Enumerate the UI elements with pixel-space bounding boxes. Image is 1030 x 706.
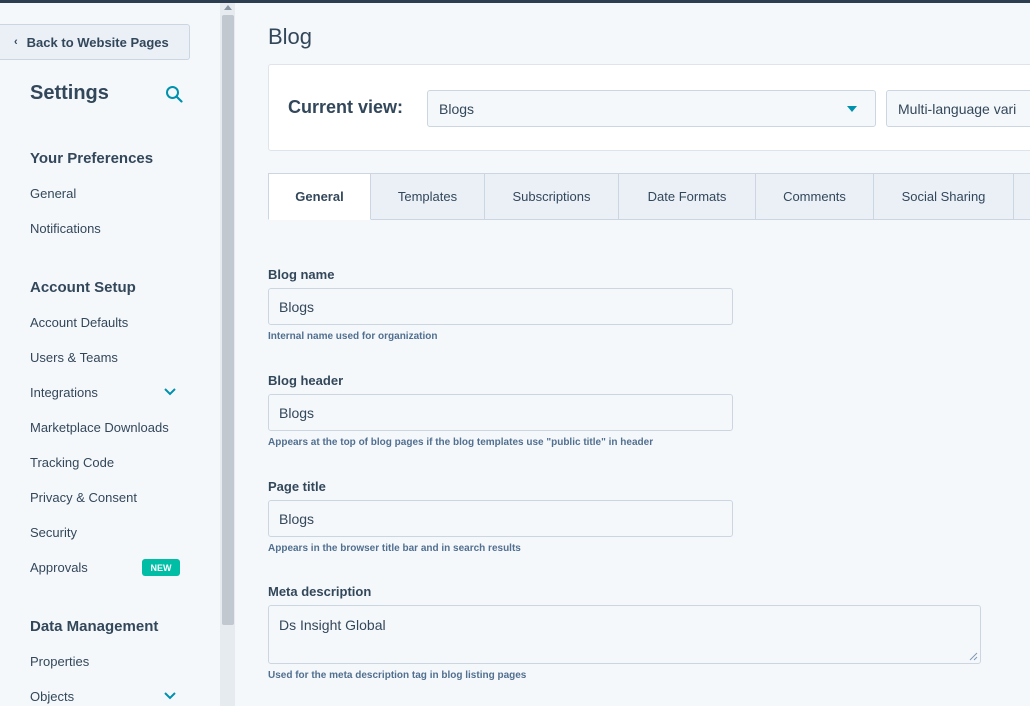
scrollbar-thumb[interactable] — [222, 15, 234, 625]
sidebar-item-approvals[interactable]: Approvals — [30, 560, 88, 575]
page-title-help: Appears in the browser title bar and in … — [268, 543, 521, 554]
blog-name-help: Internal name used for organization — [268, 331, 438, 342]
back-to-website-pages-button[interactable]: ‹ Back to Website Pages — [0, 24, 190, 60]
blog-header-value: Blogs — [279, 404, 315, 421]
blog-name-input[interactable]: Blogs — [268, 288, 733, 325]
tab-social-sharing[interactable]: Social Sharing — [874, 173, 1014, 220]
scroll-up-arrow-icon[interactable] — [224, 5, 232, 10]
page-title-label: Page title — [268, 479, 326, 494]
meta-description-label: Meta description — [268, 584, 372, 599]
main-content: Blog Current view: Blogs Multi-language … — [238, 3, 1030, 706]
section-heading-data-management: Data Management — [30, 618, 159, 635]
chevron-down-icon[interactable] — [163, 691, 177, 701]
caret-down-icon — [847, 106, 857, 112]
sidebar-item-privacy-consent[interactable]: Privacy & Consent — [30, 490, 137, 505]
current-view-value: Blogs — [439, 100, 475, 117]
meta-description-textarea[interactable]: Ds Insight Global — [268, 605, 981, 664]
language-variation-select[interactable]: Multi-language vari — [886, 90, 1030, 127]
search-icon[interactable] — [165, 85, 183, 103]
chevron-left-icon: ‹ — [14, 36, 18, 48]
tab-subscriptions[interactable]: Subscriptions — [485, 173, 619, 220]
sidebar-item-properties[interactable]: Properties — [30, 654, 89, 669]
tab-templates[interactable]: Templates — [371, 173, 485, 220]
back-button-label: Back to Website Pages — [26, 34, 169, 50]
sidebar-item-objects[interactable]: Objects — [30, 689, 74, 704]
sidebar-item-general[interactable]: General — [30, 186, 76, 201]
page-title: Blog — [268, 24, 313, 49]
sidebar-item-notifications[interactable]: Notifications — [30, 221, 101, 236]
sidebar-title: Settings — [30, 82, 109, 104]
sidebar-item-account-defaults[interactable]: Account Defaults — [30, 315, 128, 330]
blog-header-label: Blog header — [268, 373, 344, 388]
blog-header-help: Appears at the top of blog pages if the … — [268, 437, 654, 448]
sidebar-item-marketplace-downloads[interactable]: Marketplace Downloads — [30, 420, 169, 435]
section-heading-account-setup: Account Setup — [30, 279, 136, 296]
current-view-label: Current view: — [288, 97, 404, 117]
tab-general[interactable]: General — [268, 173, 371, 220]
blog-name-label: Blog name — [268, 267, 335, 282]
settings-tabs: General Templates Subscriptions Date For… — [268, 173, 1030, 220]
meta-description-value: Ds Insight Global — [279, 617, 386, 633]
settings-sidebar: ‹ Back to Website Pages Settings Your Pr… — [0, 3, 220, 706]
chevron-down-icon[interactable] — [163, 387, 177, 397]
page-title-input[interactable]: Blogs — [268, 500, 733, 537]
blog-header-input[interactable]: Blogs — [268, 394, 733, 431]
tab-date-formats[interactable]: Date Formats — [619, 173, 756, 220]
current-view-select[interactable]: Blogs — [427, 90, 876, 127]
page-title-value: Blogs — [279, 510, 315, 527]
sidebar-item-security[interactable]: Security — [30, 525, 77, 540]
new-badge: NEW — [142, 559, 180, 576]
sidebar-item-tracking-code[interactable]: Tracking Code — [30, 455, 114, 470]
resize-handle-icon[interactable] — [969, 652, 978, 661]
meta-description-help: Used for the meta description tag in blo… — [268, 670, 527, 681]
section-heading-your-preferences: Your Preferences — [30, 150, 154, 167]
language-variation-value: Multi-language vari — [898, 100, 1017, 117]
sidebar-item-integrations[interactable]: Integrations — [30, 385, 98, 400]
blog-name-value: Blogs — [279, 298, 315, 315]
tab-comments[interactable]: Comments — [756, 173, 874, 220]
current-view-card: Current view: Blogs Multi-language vari — [268, 64, 1030, 151]
tab-more[interactable] — [1014, 173, 1030, 220]
sidebar-item-users-teams[interactable]: Users & Teams — [30, 350, 118, 365]
